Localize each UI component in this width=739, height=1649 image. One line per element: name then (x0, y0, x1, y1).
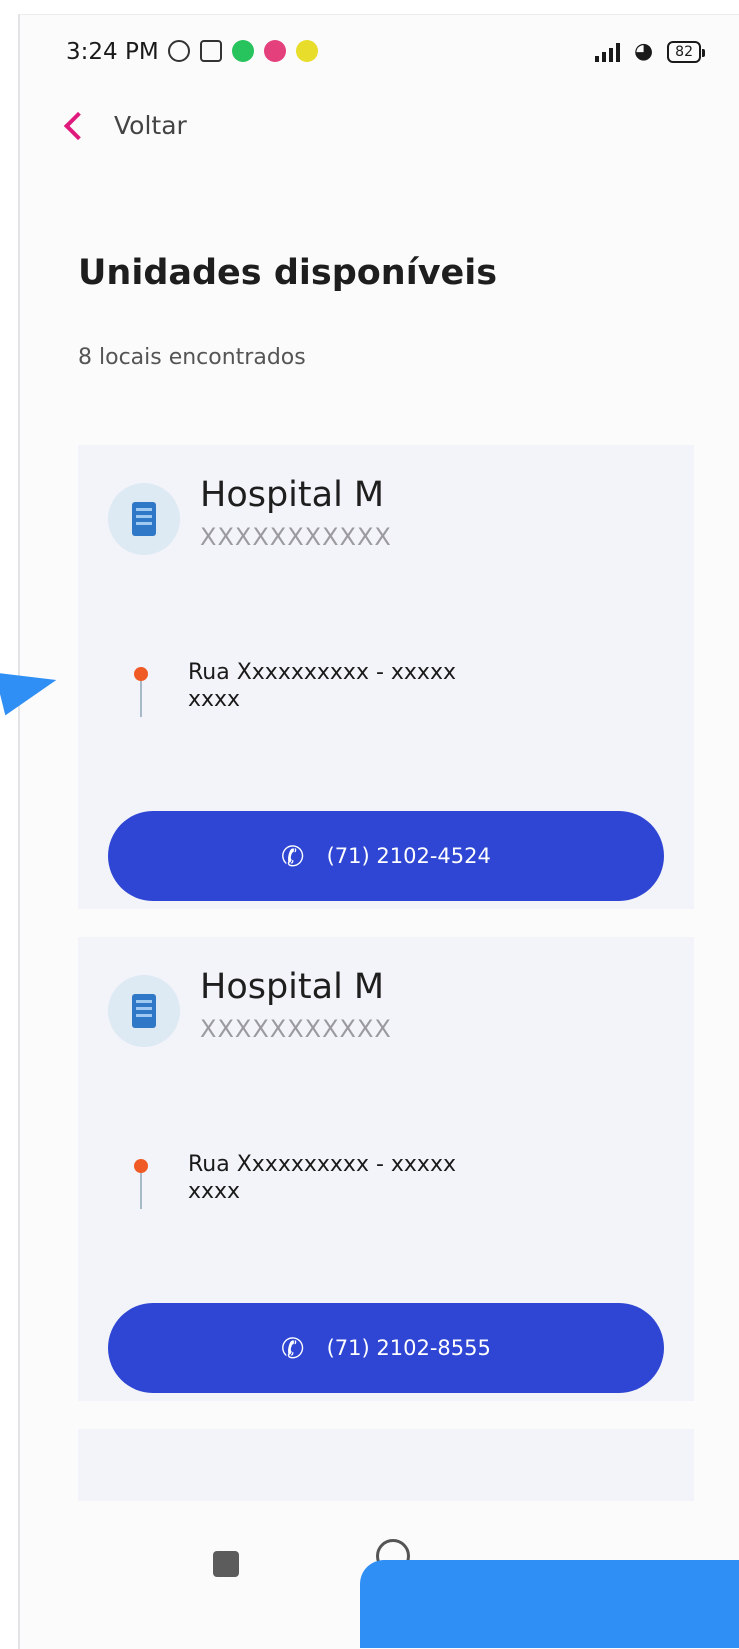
nfc-icon (200, 40, 222, 62)
status-time: 3:24 PM (66, 39, 159, 65)
results-count: 8 locais encontrados (78, 345, 306, 370)
battery-indicator: 82 (667, 40, 705, 63)
unit-subtitle: XXXXXXXXXXX (200, 523, 392, 551)
address-line-1: Rua Xxxxxxxxxx - xxxxx (188, 660, 456, 685)
call-button[interactable]: ✆ (71) 2102-8555 (108, 1303, 664, 1393)
signal-icon (594, 42, 620, 62)
whatsapp-icon (232, 40, 254, 62)
alarm-icon (168, 40, 190, 62)
address-line-2: xxxx (188, 1179, 241, 1204)
unit-address: Rua Xxxxxxxxxx - xxxxx xxxx (188, 1151, 456, 1205)
overlay-panel (360, 1560, 739, 1648)
unit-avatar (108, 483, 180, 555)
back-label: Voltar (114, 111, 187, 140)
page-title: Unidades disponíveis (78, 253, 498, 293)
map-pin-icon (134, 667, 148, 721)
unit-subtitle: XXXXXXXXXXX (200, 1015, 392, 1043)
address-line-2: xxxx (188, 687, 241, 712)
map-pin-icon (134, 1159, 148, 1213)
instagram-icon (264, 40, 286, 62)
building-icon (132, 502, 156, 536)
notification-icons (168, 40, 318, 62)
app-screen: 3:24 PM ◕ 82 Voltar Unidades disponíveis… (18, 14, 739, 1649)
unit-card: Hospital M XXXXXXXXXXX Rua Xxxxxxxxxx - … (78, 445, 694, 909)
phone-icon: ✆ (278, 837, 308, 875)
chevron-left-icon (63, 111, 93, 140)
unit-avatar (108, 975, 180, 1047)
recent-apps-button[interactable] (213, 1551, 239, 1577)
system-indicators: ◕ 82 (594, 39, 705, 64)
call-button-label: (71) 2102-8555 (326, 1336, 491, 1360)
call-button[interactable]: ✆ (71) 2102-4524 (108, 811, 664, 901)
unit-card-partial (78, 1429, 694, 1509)
wifi-icon: ◕ (633, 39, 654, 64)
unit-card: Hospital M XXXXXXXXXXX Rua Xxxxxxxxxx - … (78, 937, 694, 1401)
address-line-1: Rua Xxxxxxxxxx - xxxxx (188, 1152, 456, 1177)
app-notification-icon (296, 40, 318, 62)
call-button-label: (71) 2102-4524 (326, 844, 491, 868)
building-icon (132, 994, 156, 1028)
unit-address: Rua Xxxxxxxxxx - xxxxx xxxx (188, 659, 456, 713)
status-bar: 3:24 PM ◕ 82 (20, 15, 739, 85)
unit-name: Hospital M (200, 967, 385, 1007)
phone-icon: ✆ (278, 1329, 308, 1367)
unit-name: Hospital M (200, 475, 385, 515)
back-button[interactable]: Voltar (60, 111, 187, 140)
